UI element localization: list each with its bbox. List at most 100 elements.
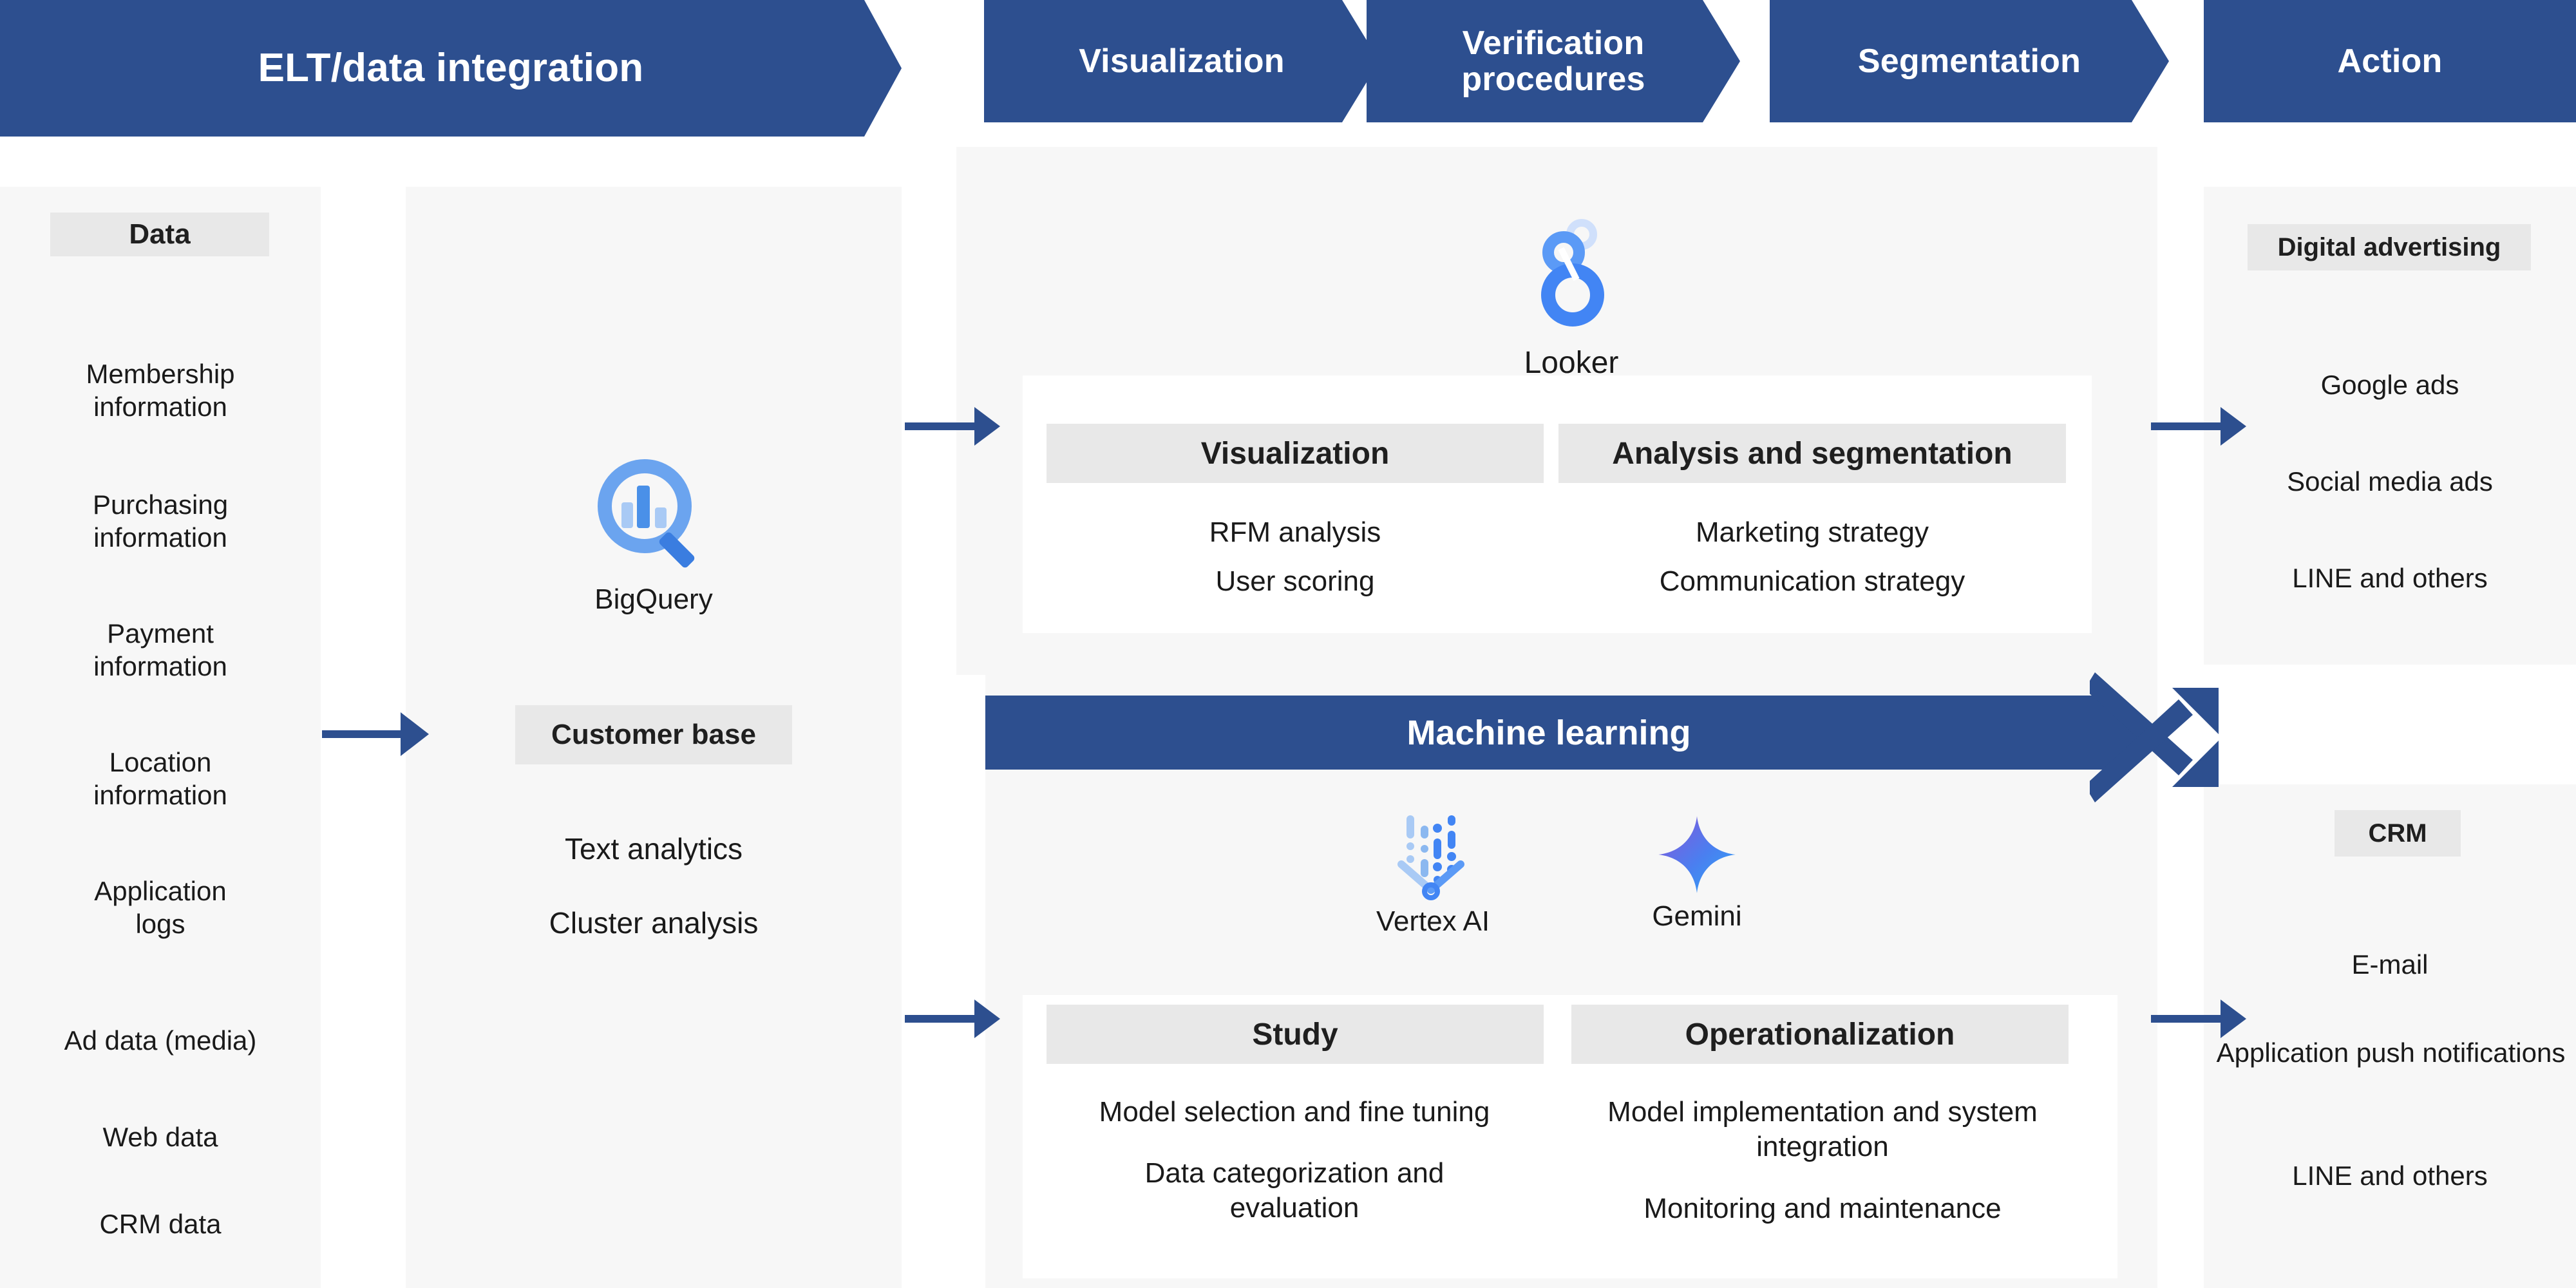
panel-crm [2204, 784, 2576, 1288]
data-item-payment: Payment information [0, 617, 321, 683]
action-item-email: E-mail [2204, 948, 2576, 981]
vertex-ai-logo-group: Vertex AI [1349, 805, 1517, 938]
looker-logo [1541, 219, 1604, 327]
arrow-shaft [2151, 1015, 2221, 1023]
data-item-label: Purchasing information [92, 489, 229, 553]
data-item-membership: Membership information [0, 357, 321, 423]
action-item-app-push-notifications: Application push notifications [2215, 1037, 2566, 1069]
connector-looker-to-digital-ads [2151, 402, 2248, 450]
gemini-logo [1658, 816, 1736, 893]
arrow-head [401, 712, 429, 756]
operationalization-item-monitoring: Monitoring and maintenance [1571, 1191, 2074, 1226]
study-item-label: Data categorization and evaluation [1144, 1157, 1444, 1224]
vertex-ai-logo [1397, 815, 1464, 900]
data-item-location: Location information [0, 746, 321, 811]
study-item-data-categorization: Data categorization and evaluation [1082, 1156, 1507, 1225]
arrow-head [974, 999, 1000, 1038]
banner-label: Machine learning [1406, 713, 1691, 752]
chip-data: Data [50, 213, 269, 256]
gemini-logo-group: Gemini [1613, 813, 1781, 933]
study-item-model-selection: Model selection and fine tuning [1040, 1095, 1549, 1130]
banner-machine-learning: Machine learning [985, 696, 2151, 770]
bigquery-logo [598, 459, 695, 568]
visualization-item-label: RFM analysis [1209, 516, 1381, 548]
action-item-label: Social media ads [2287, 466, 2493, 497]
arrow-head [974, 407, 1000, 446]
action-item-google-ads: Google ads [2204, 368, 2576, 401]
header-segmentation[interactable]: Segmentation [1770, 0, 2169, 122]
operationalization-item-label: Model implementation and system integrat… [1607, 1096, 2038, 1162]
data-item-label: Ad data (media) [64, 1025, 257, 1056]
segmentation-item-marketing-strategy: Marketing strategy [1558, 515, 2066, 550]
chip-label: Digital advertising [2277, 232, 2501, 261]
chip-crm: CRM [2334, 810, 2461, 857]
action-item-label: Google ads [2320, 370, 2459, 400]
data-item-label: Membership information [86, 359, 235, 422]
data-item-application-logs: Application logs [0, 875, 321, 940]
arrow-shaft [2151, 422, 2221, 430]
header-label-line1: Verification [1462, 24, 1645, 62]
arrow-shaft [905, 1015, 974, 1023]
connector-data-to-bigquery [322, 708, 430, 760]
chip-label: Analysis and segmentation [1612, 436, 2012, 471]
header-visualization[interactable]: Visualization [984, 0, 1379, 122]
segmentation-item-label: Marketing strategy [1696, 516, 1929, 548]
chip-analysis-and-segmentation: Analysis and segmentation [1558, 424, 2066, 483]
bigquery-item-cluster-analysis: Cluster analysis [406, 905, 902, 941]
gemini-logo-caption: Gemini [1652, 900, 1742, 932]
chip-label: Visualization [1200, 436, 1390, 471]
chip-label: Study [1252, 1017, 1338, 1052]
bigquery-item-label: Cluster analysis [549, 906, 759, 940]
action-item-line-and-others-ads: LINE and others [2204, 562, 2576, 594]
segmentation-item-communication-strategy: Communication strategy [1558, 564, 2066, 599]
data-item-label: Location information [93, 747, 227, 811]
data-item-ad-data: Ad data (media) [0, 1024, 321, 1057]
bigquery-item-text-analytics: Text analytics [406, 831, 902, 867]
header-label: Action [2337, 42, 2443, 80]
operationalization-item-label: Monitoring and maintenance [1643, 1193, 2002, 1224]
visualization-item-rfm: RFM analysis [1046, 515, 1544, 550]
action-item-line-and-others-crm: LINE and others [2204, 1159, 2576, 1192]
chip-customer-base: Customer base [515, 705, 792, 764]
header-action[interactable]: Action [2204, 0, 2576, 122]
header-label: Visualization [1079, 42, 1285, 80]
chip-study: Study [1046, 1005, 1544, 1064]
header-verification-procedures[interactable]: Verification procedures [1367, 0, 1740, 122]
header-label: Segmentation [1857, 42, 2081, 80]
data-item-label: Application logs [94, 876, 227, 940]
action-item-label: E-mail [2351, 949, 2429, 980]
crossing-arrows [2090, 672, 2219, 802]
data-item-web-data: Web data [0, 1121, 321, 1153]
arrow-shaft [322, 730, 401, 738]
bigquery-logo-group: BigQuery [551, 451, 757, 616]
data-item-label: Payment information [93, 618, 227, 682]
arrow-head [2221, 999, 2246, 1038]
chip-digital-advertising: Digital advertising [2248, 224, 2531, 270]
action-item-social-media-ads: Social media ads [2204, 465, 2576, 498]
chip-label: CRM [2368, 819, 2427, 848]
chip-operationalization: Operationalization [1571, 1005, 2069, 1064]
segmentation-item-label: Communication strategy [1659, 565, 1965, 597]
connector-bigquery-to-looker [905, 402, 1000, 450]
operationalization-item-model-implementation: Model implementation and system integrat… [1604, 1095, 2041, 1164]
vertex-ai-logo-caption: Vertex AI [1376, 905, 1490, 937]
chip-label: Operationalization [1685, 1017, 1955, 1052]
header-label-line2: procedures [1461, 61, 1645, 98]
connector-ml-to-crm [2151, 995, 2248, 1043]
arrow-head [2221, 407, 2246, 446]
chip-label: Data [129, 218, 191, 250]
header-elt-data-integration[interactable]: ELT/data integration [0, 0, 902, 137]
arrow-shaft [905, 422, 974, 430]
action-item-label: Application push notifications [2216, 1037, 2566, 1068]
chip-label: Customer base [551, 719, 756, 750]
bigquery-logo-caption: BigQuery [594, 583, 713, 615]
header-label: ELT/data integration [258, 45, 644, 90]
visualization-item-label: User scoring [1215, 565, 1375, 597]
data-item-purchasing: Purchasing information [0, 488, 321, 554]
action-item-label: LINE and others [2292, 563, 2488, 593]
connector-bigquery-to-ml [905, 995, 1000, 1043]
visualization-item-user-scoring: User scoring [1046, 564, 1544, 599]
data-item-label: CRM data [99, 1209, 222, 1239]
data-item-label: Web data [102, 1122, 218, 1152]
action-item-label: LINE and others [2292, 1160, 2488, 1191]
